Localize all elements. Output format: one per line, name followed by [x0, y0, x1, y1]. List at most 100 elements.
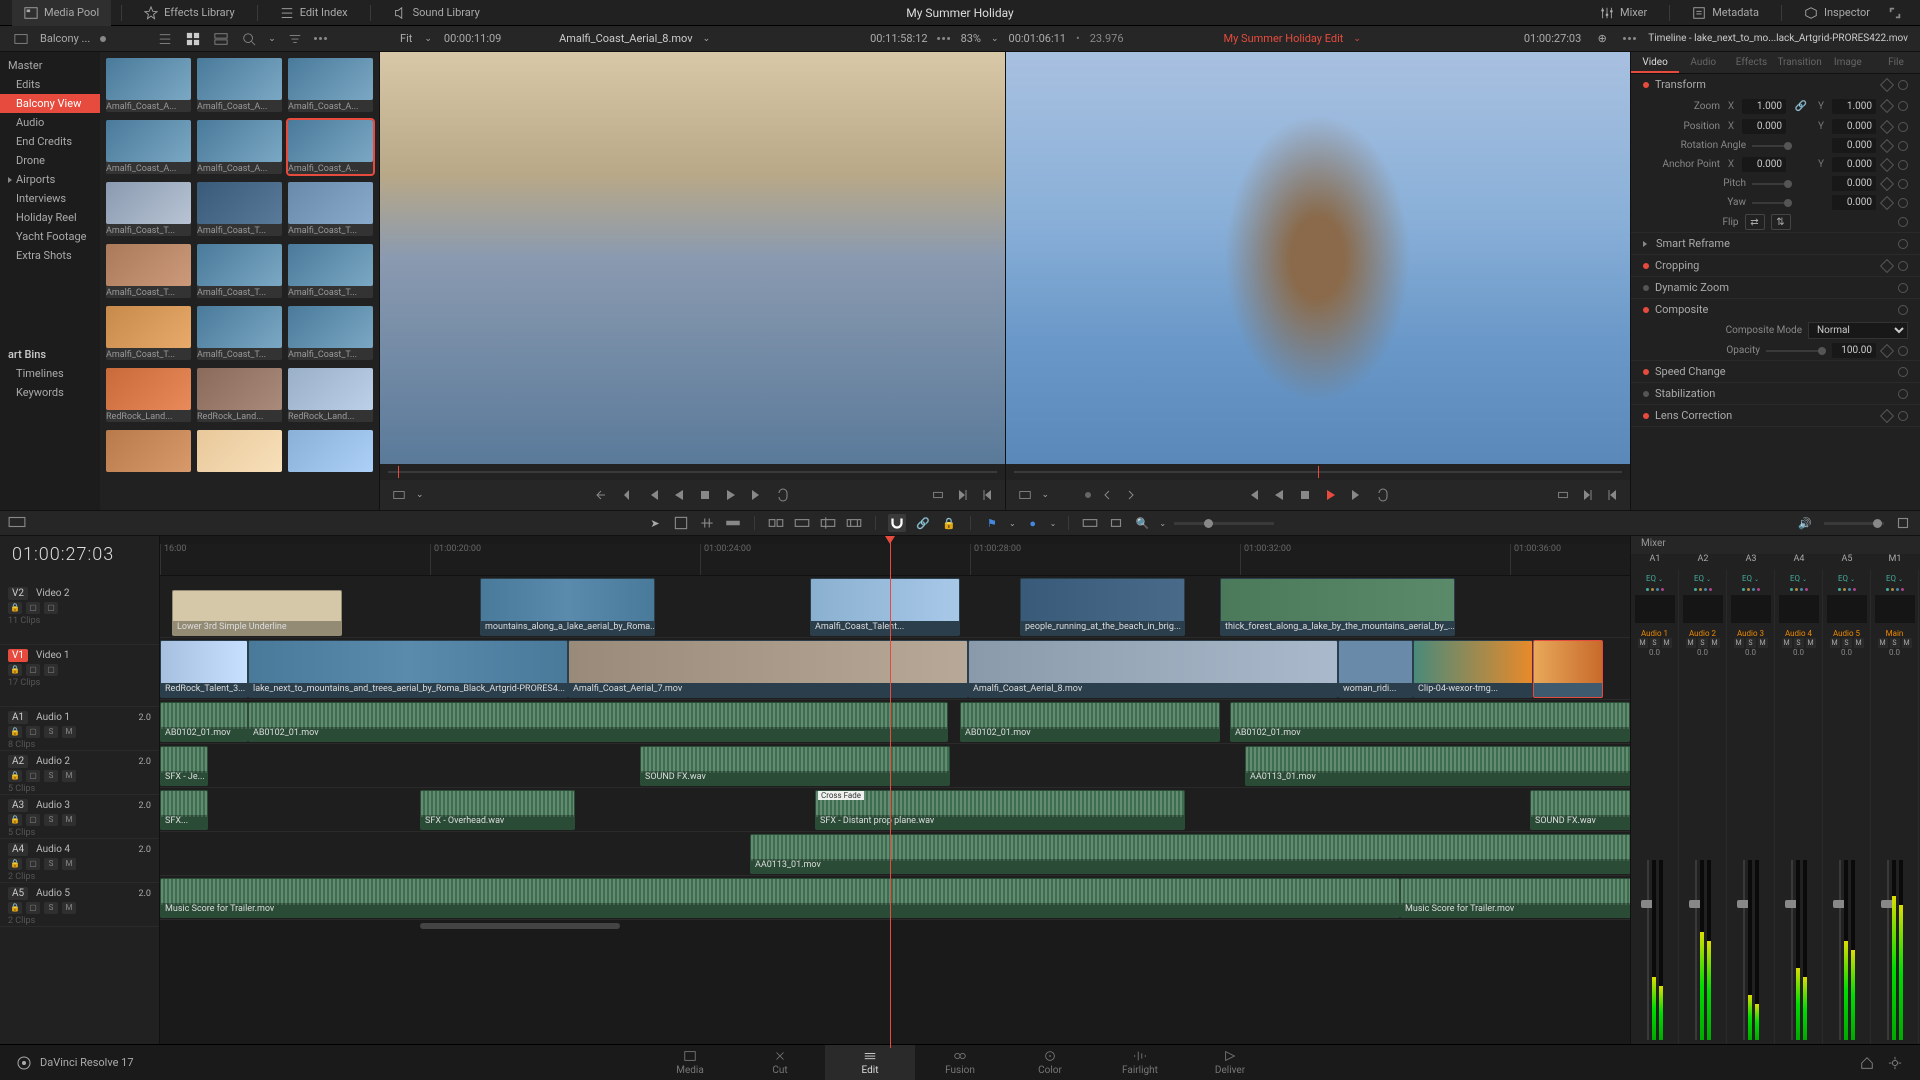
mute-icon[interactable]: M	[62, 726, 76, 738]
clip-thumbnail[interactable]: Amalfi_Coast_T...	[288, 306, 373, 360]
link-icon[interactable]: 🔗	[1792, 97, 1810, 115]
lock-icon[interactable]: 🔒	[8, 902, 22, 914]
audio-clip[interactable]: AB0102_01.mov	[248, 702, 948, 742]
bin-item-selected[interactable]: Balcony View	[0, 94, 100, 113]
clip-thumbnail[interactable]: Amalfi_Coast_A...	[106, 58, 191, 112]
lock-icon[interactable]: 🔒	[8, 726, 22, 738]
clip-thumbnail[interactable]: Amalfi_Coast_T...	[106, 182, 191, 236]
zoom-detail-icon[interactable]	[1107, 514, 1125, 532]
fader[interactable]	[1791, 860, 1793, 1040]
inspector-tab-transition[interactable]: Transition	[1776, 52, 1824, 73]
eq-label[interactable]: EQ ⌄	[1838, 574, 1855, 586]
reset-icon[interactable]	[1898, 261, 1908, 271]
play-icon[interactable]	[723, 487, 739, 503]
bin-item[interactable]: Interviews	[0, 189, 100, 208]
clip-thumbnail[interactable]	[197, 430, 282, 472]
msm-button[interactable]: S	[1842, 638, 1852, 648]
msm-button[interactable]: M	[1806, 638, 1816, 648]
fader[interactable]	[1887, 860, 1889, 1040]
msm-button[interactable]: M	[1854, 638, 1864, 648]
custom-zoom-icon[interactable]: 🔍	[1133, 514, 1151, 532]
timeline-scrollbar[interactable]	[420, 923, 620, 929]
track-header-a4[interactable]: A4Audio 42.0 🔒▢SM 2 Clips	[0, 839, 159, 883]
mixer-tab[interactable]: Mixer	[1588, 0, 1659, 26]
video-clip[interactable]: Amalfi_Coast_Talent...	[810, 578, 960, 636]
lock-icon[interactable]: 🔒	[8, 664, 22, 676]
inspector-tab-video[interactable]: Video	[1631, 52, 1679, 73]
link-icon[interactable]: 🔗	[914, 514, 932, 532]
smart-bin-item[interactable]: Keywords	[0, 383, 100, 402]
dynamic-zoom-header[interactable]: Dynamic Zoom	[1631, 277, 1920, 298]
composite-header[interactable]: Composite	[1631, 299, 1920, 320]
transform-header[interactable]: Transform	[1631, 74, 1920, 95]
video-clip[interactable]: mountains_along_a_lake_aerial_by_Roma...	[480, 578, 655, 636]
metadata-tab[interactable]: Metadata	[1680, 0, 1771, 26]
clip-thumbnail[interactable]	[288, 430, 373, 472]
bin-item[interactable]: Drone	[0, 151, 100, 170]
mixer-strip[interactable]: EQ ⌄ Audio 3 MSM 0.0	[1727, 570, 1775, 1048]
pos-y-input[interactable]	[1832, 119, 1876, 134]
volume-slider[interactable]	[1824, 522, 1884, 525]
msm-button[interactable]: S	[1890, 638, 1900, 648]
clip-thumbnail[interactable]: Amalfi_Coast_T...	[197, 182, 282, 236]
msm-button[interactable]: M	[1878, 638, 1888, 648]
disable-icon[interactable]: ▢	[44, 602, 58, 614]
bin-item[interactable]: Edits	[0, 75, 100, 94]
source-clip-name[interactable]: Amalfi_Coast_Aerial_8.mov	[559, 32, 692, 45]
dynamic-trim-icon[interactable]	[698, 514, 716, 532]
page-tab-color[interactable]: Color	[1005, 1049, 1095, 1076]
reset-icon[interactable]	[1898, 179, 1908, 189]
prev-edit-icon[interactable]	[593, 487, 609, 503]
position-lock-icon[interactable]: 🔒	[940, 514, 958, 532]
bin-master[interactable]: Master	[0, 56, 100, 75]
reset-icon[interactable]	[1898, 141, 1908, 151]
arm-icon[interactable]: ▢	[26, 814, 40, 826]
msm-button[interactable]: M	[1734, 638, 1744, 648]
expand-icon[interactable]	[1886, 4, 1904, 22]
audio-clip[interactable]: SFX - Overhead.wav	[420, 790, 575, 830]
in-out-icon[interactable]	[1554, 486, 1572, 504]
opacity-slider[interactable]	[1766, 350, 1826, 352]
track-lane-a5[interactable]: Music Score for Trailer.mov Music Score …	[160, 876, 1630, 920]
dim-icon[interactable]	[1894, 514, 1912, 532]
eq-label[interactable]: EQ ⌄	[1742, 574, 1759, 586]
reset-icon[interactable]	[1898, 198, 1908, 208]
play-reverse-icon[interactable]	[1271, 487, 1287, 503]
mixer-strip[interactable]: EQ ⌄ Audio 2 MSM 0.0	[1679, 570, 1727, 1048]
clip-thumbnail[interactable]: Amalfi_Coast_T...	[197, 306, 282, 360]
pan-control[interactable]	[1731, 595, 1771, 623]
pitch-slider[interactable]	[1752, 183, 1792, 185]
title-clip[interactable]: Lower 3rd Simple Underline	[172, 590, 342, 636]
msm-button[interactable]: M	[1830, 638, 1840, 648]
auto-select-icon[interactable]: ▢	[26, 602, 40, 614]
reset-icon[interactable]	[1898, 346, 1908, 356]
solo-icon[interactable]: S	[44, 858, 58, 870]
zoom-slider[interactable]	[1174, 522, 1274, 525]
yaw-input[interactable]	[1832, 195, 1876, 210]
snapping-icon[interactable]	[888, 514, 906, 532]
video-clip[interactable]: Amalfi_Coast_Aerial_7.mov	[568, 640, 968, 698]
sort-icon[interactable]	[286, 30, 304, 48]
msm-button[interactable]: M	[1662, 638, 1672, 648]
clip-thumbnail[interactable]: Amalfi_Coast_A...	[106, 120, 191, 174]
keyframe-icon[interactable]	[1880, 99, 1894, 113]
track-lane-v2[interactable]: Lower 3rd Simple Underline mountains_alo…	[160, 576, 1630, 638]
jog-right-icon[interactable]	[1123, 487, 1139, 503]
zoom-full-icon[interactable]	[1081, 514, 1099, 532]
media-pool-tab[interactable]: Media Pool	[12, 0, 111, 26]
bin-item[interactable]: Airports	[0, 170, 100, 189]
arm-icon[interactable]: ▢	[26, 858, 40, 870]
clip-thumbnail[interactable]: Amalfi_Coast_T...	[106, 244, 191, 298]
loop-icon[interactable]	[775, 487, 791, 503]
track-header-a1[interactable]: A1Audio 12.0 🔒▢SM 8 Clips	[0, 707, 159, 751]
play-icon[interactable]	[1323, 487, 1339, 503]
clip-thumbnail[interactable]: Amalfi_Coast_A...	[197, 58, 282, 112]
last-frame-icon[interactable]	[1349, 487, 1365, 503]
rotation-slider[interactable]	[1752, 145, 1792, 147]
keyframe-icon[interactable]	[1880, 258, 1894, 272]
video-clip[interactable]: lake_next_to_mountains_and_trees_aerial_…	[248, 640, 568, 698]
tc-options[interactable]	[938, 37, 951, 40]
reset-icon[interactable]	[1898, 389, 1908, 399]
clip-thumbnail-selected[interactable]: Amalfi_Coast_A...	[288, 120, 373, 174]
keyframe-icon[interactable]	[1880, 195, 1894, 209]
